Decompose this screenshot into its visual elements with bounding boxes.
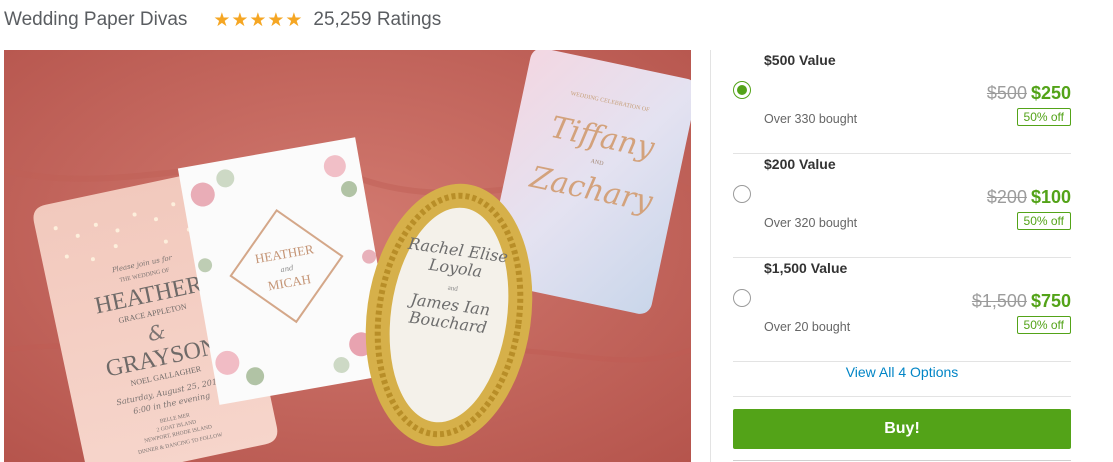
merchant-name[interactable]: Wedding Paper Divas	[4, 9, 187, 31]
option-1500[interactable]: $1,500 Value $1,500 $750 Over 20 bought 5…	[733, 258, 1071, 362]
option-title: $200 Value	[764, 156, 836, 172]
star-icon: ★	[285, 9, 303, 31]
card3-and: and	[447, 284, 459, 293]
invitations-image: WEDDING CELEBRATION OF Tiffany AND Zacha…	[4, 50, 691, 462]
deal-options-panel: $500 Value $500 $250 Over 330 bought 50% …	[733, 50, 1071, 461]
divider	[733, 396, 1071, 397]
column-divider	[710, 50, 711, 462]
bought-count: Over 20 bought	[764, 320, 851, 334]
original-price: $500	[986, 83, 1027, 103]
star-icon: ★	[231, 9, 249, 31]
discount-badge: 50% off	[1016, 316, 1071, 334]
option-prices: $1,500 $750	[972, 291, 1071, 312]
option-prices: $200 $100	[987, 187, 1071, 208]
discount-price: $750	[1030, 291, 1071, 311]
bought-count: Over 330 bought	[764, 112, 858, 126]
deal-header: Wedding Paper Divas ★ ★ ★ ★ ★ 25,259 Rat…	[4, 0, 441, 40]
option-500[interactable]: $500 Value $500 $250 Over 330 bought 50% …	[733, 50, 1071, 154]
discount-price: $100	[1030, 187, 1071, 207]
option-radio[interactable]	[733, 81, 751, 99]
star-icon: ★	[267, 9, 285, 31]
star-icon: ★	[249, 9, 267, 31]
ratings-count[interactable]: 25,259 Ratings	[313, 9, 441, 31]
bought-count: Over 320 bought	[764, 216, 858, 230]
option-200[interactable]: $200 Value $200 $100 Over 320 bought 50% …	[733, 154, 1071, 258]
option-title: $500 Value	[764, 52, 836, 68]
rating-stars: ★ ★ ★ ★ ★	[213, 9, 303, 31]
star-icon: ★	[213, 9, 231, 31]
view-all-options-link[interactable]: View All 4 Options	[733, 364, 1071, 380]
option-prices: $500 $250	[987, 83, 1071, 104]
original-price: $1,500	[971, 291, 1027, 311]
deal-photo[interactable]: WEDDING CELEBRATION OF Tiffany AND Zacha…	[4, 50, 691, 462]
option-radio[interactable]	[733, 185, 751, 203]
buy-button[interactable]: Buy!	[733, 409, 1071, 449]
discount-badge: 50% off	[1016, 108, 1071, 126]
discount-price: $250	[1030, 83, 1071, 103]
option-radio[interactable]	[733, 289, 751, 307]
option-title: $1,500 Value	[764, 260, 848, 276]
original-price: $200	[986, 187, 1027, 207]
divider	[733, 460, 1071, 461]
discount-badge: 50% off	[1016, 212, 1071, 230]
